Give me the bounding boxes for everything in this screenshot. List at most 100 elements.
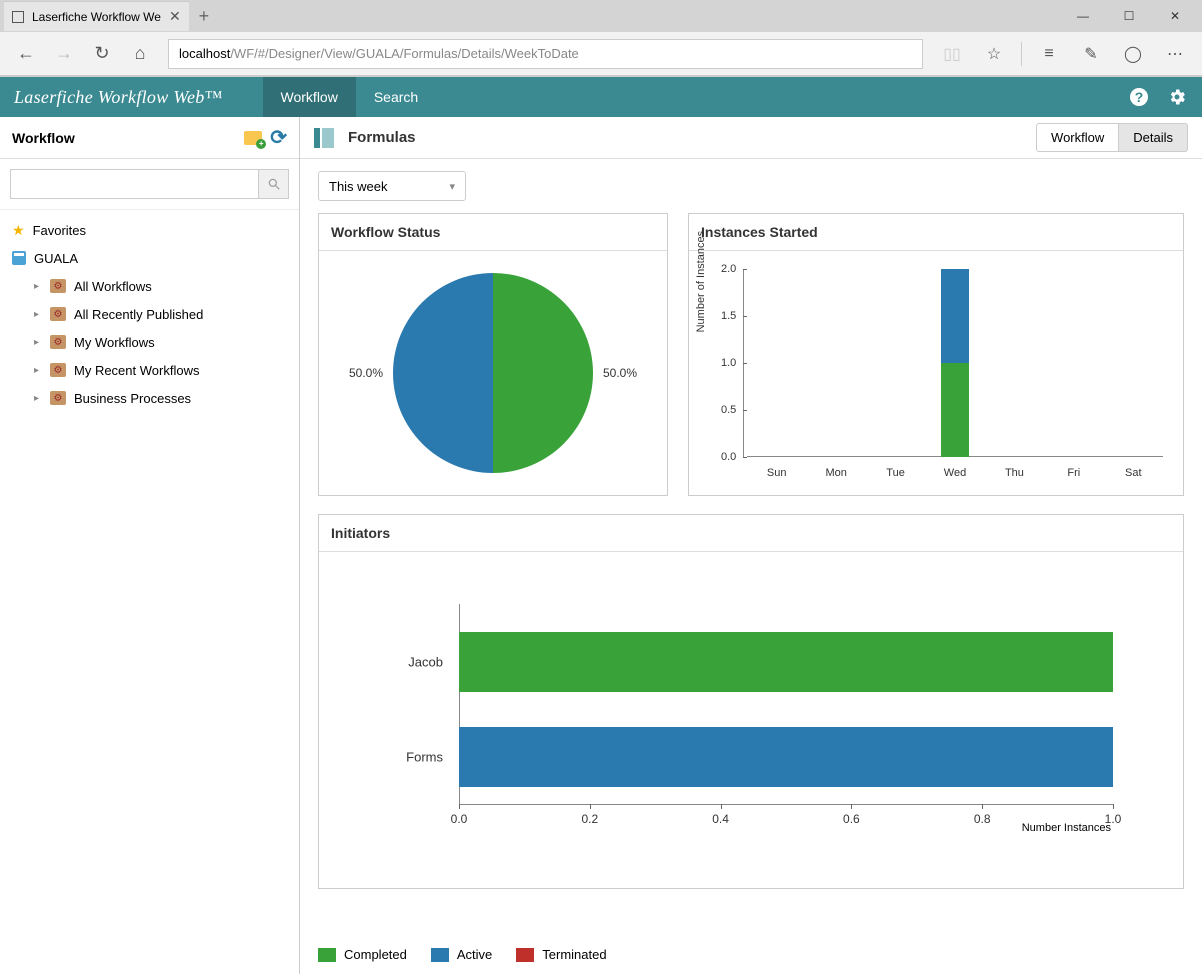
bar-category-label: Jacob <box>373 654 453 669</box>
card-workflow-status: Workflow Status 50.0% 50.0% <box>318 213 668 496</box>
refresh-icon[interactable]: ⟳ <box>270 125 287 150</box>
x-axis <box>459 804 1113 805</box>
bar-segment <box>941 269 969 363</box>
instances-bar-chart: Number of Instances 0.00.51.01.52.0SunMo… <box>699 263 1173 483</box>
url-input[interactable]: localhost/WF/#/Designer/View/GUALA/Formu… <box>168 39 923 69</box>
hub-icon[interactable]: ≡ <box>1030 36 1068 72</box>
x-tick-label: Fri <box>1067 467 1080 479</box>
y-tick-mark <box>743 363 747 364</box>
back-button[interactable]: ← <box>8 36 44 72</box>
tree-item[interactable]: ▸ All Workflows <box>0 272 299 300</box>
new-tab-button[interactable]: + <box>189 6 220 27</box>
close-window-button[interactable]: ✕ <box>1152 1 1198 31</box>
close-tab-icon[interactable]: ✕ <box>169 8 181 25</box>
x-tick-label: 0.8 <box>974 812 991 826</box>
workflow-folder-icon <box>50 279 66 293</box>
caret-icon: ▸ <box>34 309 42 320</box>
time-range-select[interactable]: This week ▾ <box>318 171 466 201</box>
x-tick-label: Thu <box>1005 467 1024 479</box>
page-icon <box>12 11 24 23</box>
search-input[interactable] <box>11 170 258 198</box>
legend-terminated: Terminated <box>516 947 606 962</box>
reload-button[interactable]: ↻ <box>84 36 120 72</box>
reading-view-icon[interactable]: ▯▯ <box>933 36 971 72</box>
browser-tab[interactable]: Laserfiche Workflow We ✕ <box>4 1 189 31</box>
content-body: This week ▾ Workflow Status 50.0% <box>300 159 1202 935</box>
card-title: Workflow Status <box>319 214 667 251</box>
x-tick-label: 0.4 <box>712 812 729 826</box>
more-icon[interactable]: ⋯ <box>1156 36 1194 72</box>
minimize-button[interactable]: — <box>1060 1 1106 31</box>
card-title: Initiators <box>319 515 1183 552</box>
y-tick-mark <box>743 457 747 458</box>
settings-icon[interactable] <box>1166 86 1188 108</box>
y-tick-mark <box>743 269 747 270</box>
legend: Completed Active Terminated <box>300 935 1202 974</box>
top-tab-search[interactable]: Search <box>356 77 436 117</box>
tree-server[interactable]: GUALA <box>0 244 299 272</box>
tree: ★ Favorites GUALA ▸ All Workflows ▸ All Rec… <box>0 210 299 418</box>
favorite-icon[interactable]: ☆ <box>975 36 1013 72</box>
y-axis-label: Number of Instances <box>695 231 707 333</box>
chevron-down-icon: ▾ <box>449 180 455 193</box>
tree-label: My Workflows <box>74 335 155 350</box>
tree-favorites[interactable]: ★ Favorites <box>0 216 299 244</box>
star-icon: ★ <box>12 222 25 239</box>
share-icon[interactable]: ◯ <box>1114 36 1152 72</box>
caret-icon: ▸ <box>34 337 42 348</box>
view-details-button[interactable]: Details <box>1119 123 1188 152</box>
maximize-button[interactable]: ☐ <box>1106 1 1152 31</box>
y-tick-label: 0.5 <box>721 404 736 416</box>
x-tick-label: 0.0 <box>451 812 468 826</box>
legend-label: Completed <box>344 947 407 962</box>
y-tick-label: 0.0 <box>721 451 736 463</box>
tree-label: All Recently Published <box>74 307 203 322</box>
x-tick-mark <box>721 804 722 809</box>
tree-item[interactable]: ▸ My Workflows <box>0 328 299 356</box>
tree-label: My Recent Workflows <box>74 363 199 378</box>
page-title: Formulas <box>348 129 416 146</box>
card-initiators: Initiators Number Instances 0.00.20.40.6… <box>318 514 1184 889</box>
top-tab-workflow[interactable]: Workflow <box>263 77 356 117</box>
workflow-folder-icon <box>50 307 66 321</box>
view-switch: Workflow Details <box>1036 123 1188 152</box>
tree-label: All Workflows <box>74 279 152 294</box>
tree-label: GUALA <box>34 251 78 266</box>
y-tick-mark <box>743 410 747 411</box>
help-icon[interactable]: ? <box>1128 86 1150 108</box>
home-button[interactable]: ⌂ <box>122 36 158 72</box>
workflow-folder-icon <box>50 391 66 405</box>
app-header: Laserfiche Workflow Web™ Workflow Search… <box>0 77 1202 117</box>
top-tabs: Workflow Search <box>263 77 437 117</box>
y-tick-label: 2.0 <box>721 263 736 275</box>
caret-icon: ▸ <box>34 393 42 404</box>
tab-title: Laserfiche Workflow We <box>32 10 161 24</box>
bar-segment <box>459 727 1113 787</box>
forward-button[interactable]: → <box>46 36 82 72</box>
legend-label: Terminated <box>542 947 606 962</box>
window-controls: — ☐ ✕ <box>1060 1 1198 31</box>
tree-label: Business Processes <box>74 391 191 406</box>
sidebar-search <box>0 159 299 210</box>
tree-item[interactable]: ▸ All Recently Published <box>0 300 299 328</box>
sidebar-header: Workflow ⟳ <box>0 117 299 159</box>
new-folder-icon[interactable] <box>244 131 262 145</box>
search-button[interactable] <box>258 170 288 198</box>
legend-completed: Completed <box>318 947 407 962</box>
caret-icon: ▸ <box>34 281 42 292</box>
sidebar-title: Workflow <box>12 130 75 146</box>
card-instances-started: Instances Started Number of Instances 0.… <box>688 213 1184 496</box>
content-header: Formulas Workflow Details <box>300 117 1202 159</box>
x-tick-mark <box>982 804 983 809</box>
x-tick-label: Mon <box>825 467 846 479</box>
legend-active: Active <box>431 947 492 962</box>
x-tick-label: Tue <box>886 467 905 479</box>
x-tick-mark <box>1113 804 1114 809</box>
view-workflow-button[interactable]: Workflow <box>1036 123 1119 152</box>
tree-item[interactable]: ▸ Business Processes <box>0 384 299 412</box>
notes-icon[interactable]: ✎ <box>1072 36 1110 72</box>
divider <box>1021 42 1022 66</box>
tree-item[interactable]: ▸My Recent Workflows <box>0 356 299 384</box>
tree-label: Favorites <box>33 223 86 238</box>
x-tick-label: Sat <box>1125 467 1142 479</box>
